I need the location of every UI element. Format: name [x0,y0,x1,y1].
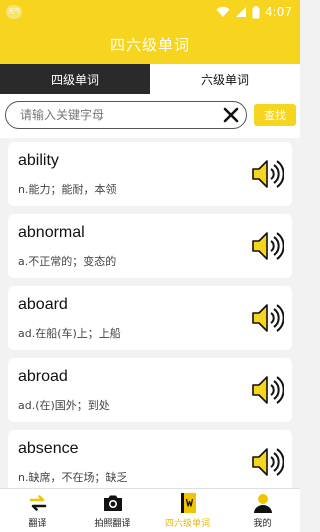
battery-icon [252,5,260,18]
search-input[interactable] [20,105,216,125]
weather-badge: 天气 [6,5,22,19]
word-text: ability [18,152,59,169]
word-text: absence [18,440,79,457]
speaker-icon[interactable] [250,446,284,478]
word-text: abnormal [18,224,85,241]
list-item[interactable]: abroad ad.(在)国外；到处 [8,358,292,422]
page-title: 四六级单词 [109,35,190,54]
camera-icon [103,495,122,511]
speaker-icon[interactable] [250,158,284,190]
nav-label: 拍照翻译 [94,519,131,529]
nav-label: 四六级单词 [164,519,210,529]
search-button[interactable]: 查找 [254,104,296,126]
translate-icon [29,495,46,511]
search-row: 查找 [0,94,300,138]
word-text: aboard [18,296,68,313]
app-bar: 四六级单词 [0,24,300,64]
tab-cet6[interactable]: 六级单词 [150,64,300,94]
word-list: ability n.能力；能耐，本领 abnormal a.不正常的；变态的 a… [0,138,300,488]
nav-label: 翻译 [28,519,47,529]
nav-item-translate[interactable]: 翻译 [0,489,75,532]
list-item[interactable]: aboard ad.在船(车)上；上船 [8,286,292,350]
word-meaning: ad.在船(车)上；上船 [18,327,121,340]
list-item[interactable]: absence n.缺席，不在场；缺乏 [8,430,292,488]
status-icons: 4:07 [216,4,292,20]
word-meaning: a.不正常的；变态的 [18,255,117,268]
close-icon[interactable] [222,106,240,124]
speaker-icon[interactable] [250,230,284,262]
word-meaning: ad.(在)国外；到处 [18,399,110,412]
wifi-icon [216,6,230,17]
status-bar: 天气 4:07 [0,0,300,24]
nav-item-photo-translate[interactable]: 拍照翻译 [75,489,150,532]
nav-item-vocabulary[interactable]: 四六级单词 [150,489,225,532]
tab-cet4[interactable]: 四级单词 [0,64,150,94]
speaker-icon[interactable] [250,302,284,334]
word-text: abroad [18,368,68,385]
vocabulary-book-icon [180,493,196,513]
bottom-nav: 翻译 拍照翻译 四六级单词 我的 [0,488,300,532]
level-tabs: 四级单词 六级单词 [0,64,300,94]
status-time: 4:07 [265,5,292,19]
nav-label: 我的 [253,519,272,529]
profile-icon [253,494,272,513]
list-item[interactable]: ability n.能力；能耐，本领 [8,142,292,206]
word-meaning: n.缺席，不在场；缺乏 [18,471,128,484]
speaker-icon[interactable] [250,374,284,406]
list-item[interactable]: abnormal a.不正常的；变态的 [8,214,292,278]
signal-icon [236,7,247,17]
word-meaning: n.能力；能耐，本领 [18,183,117,196]
nav-item-profile[interactable]: 我的 [225,489,300,532]
search-box [5,101,247,129]
